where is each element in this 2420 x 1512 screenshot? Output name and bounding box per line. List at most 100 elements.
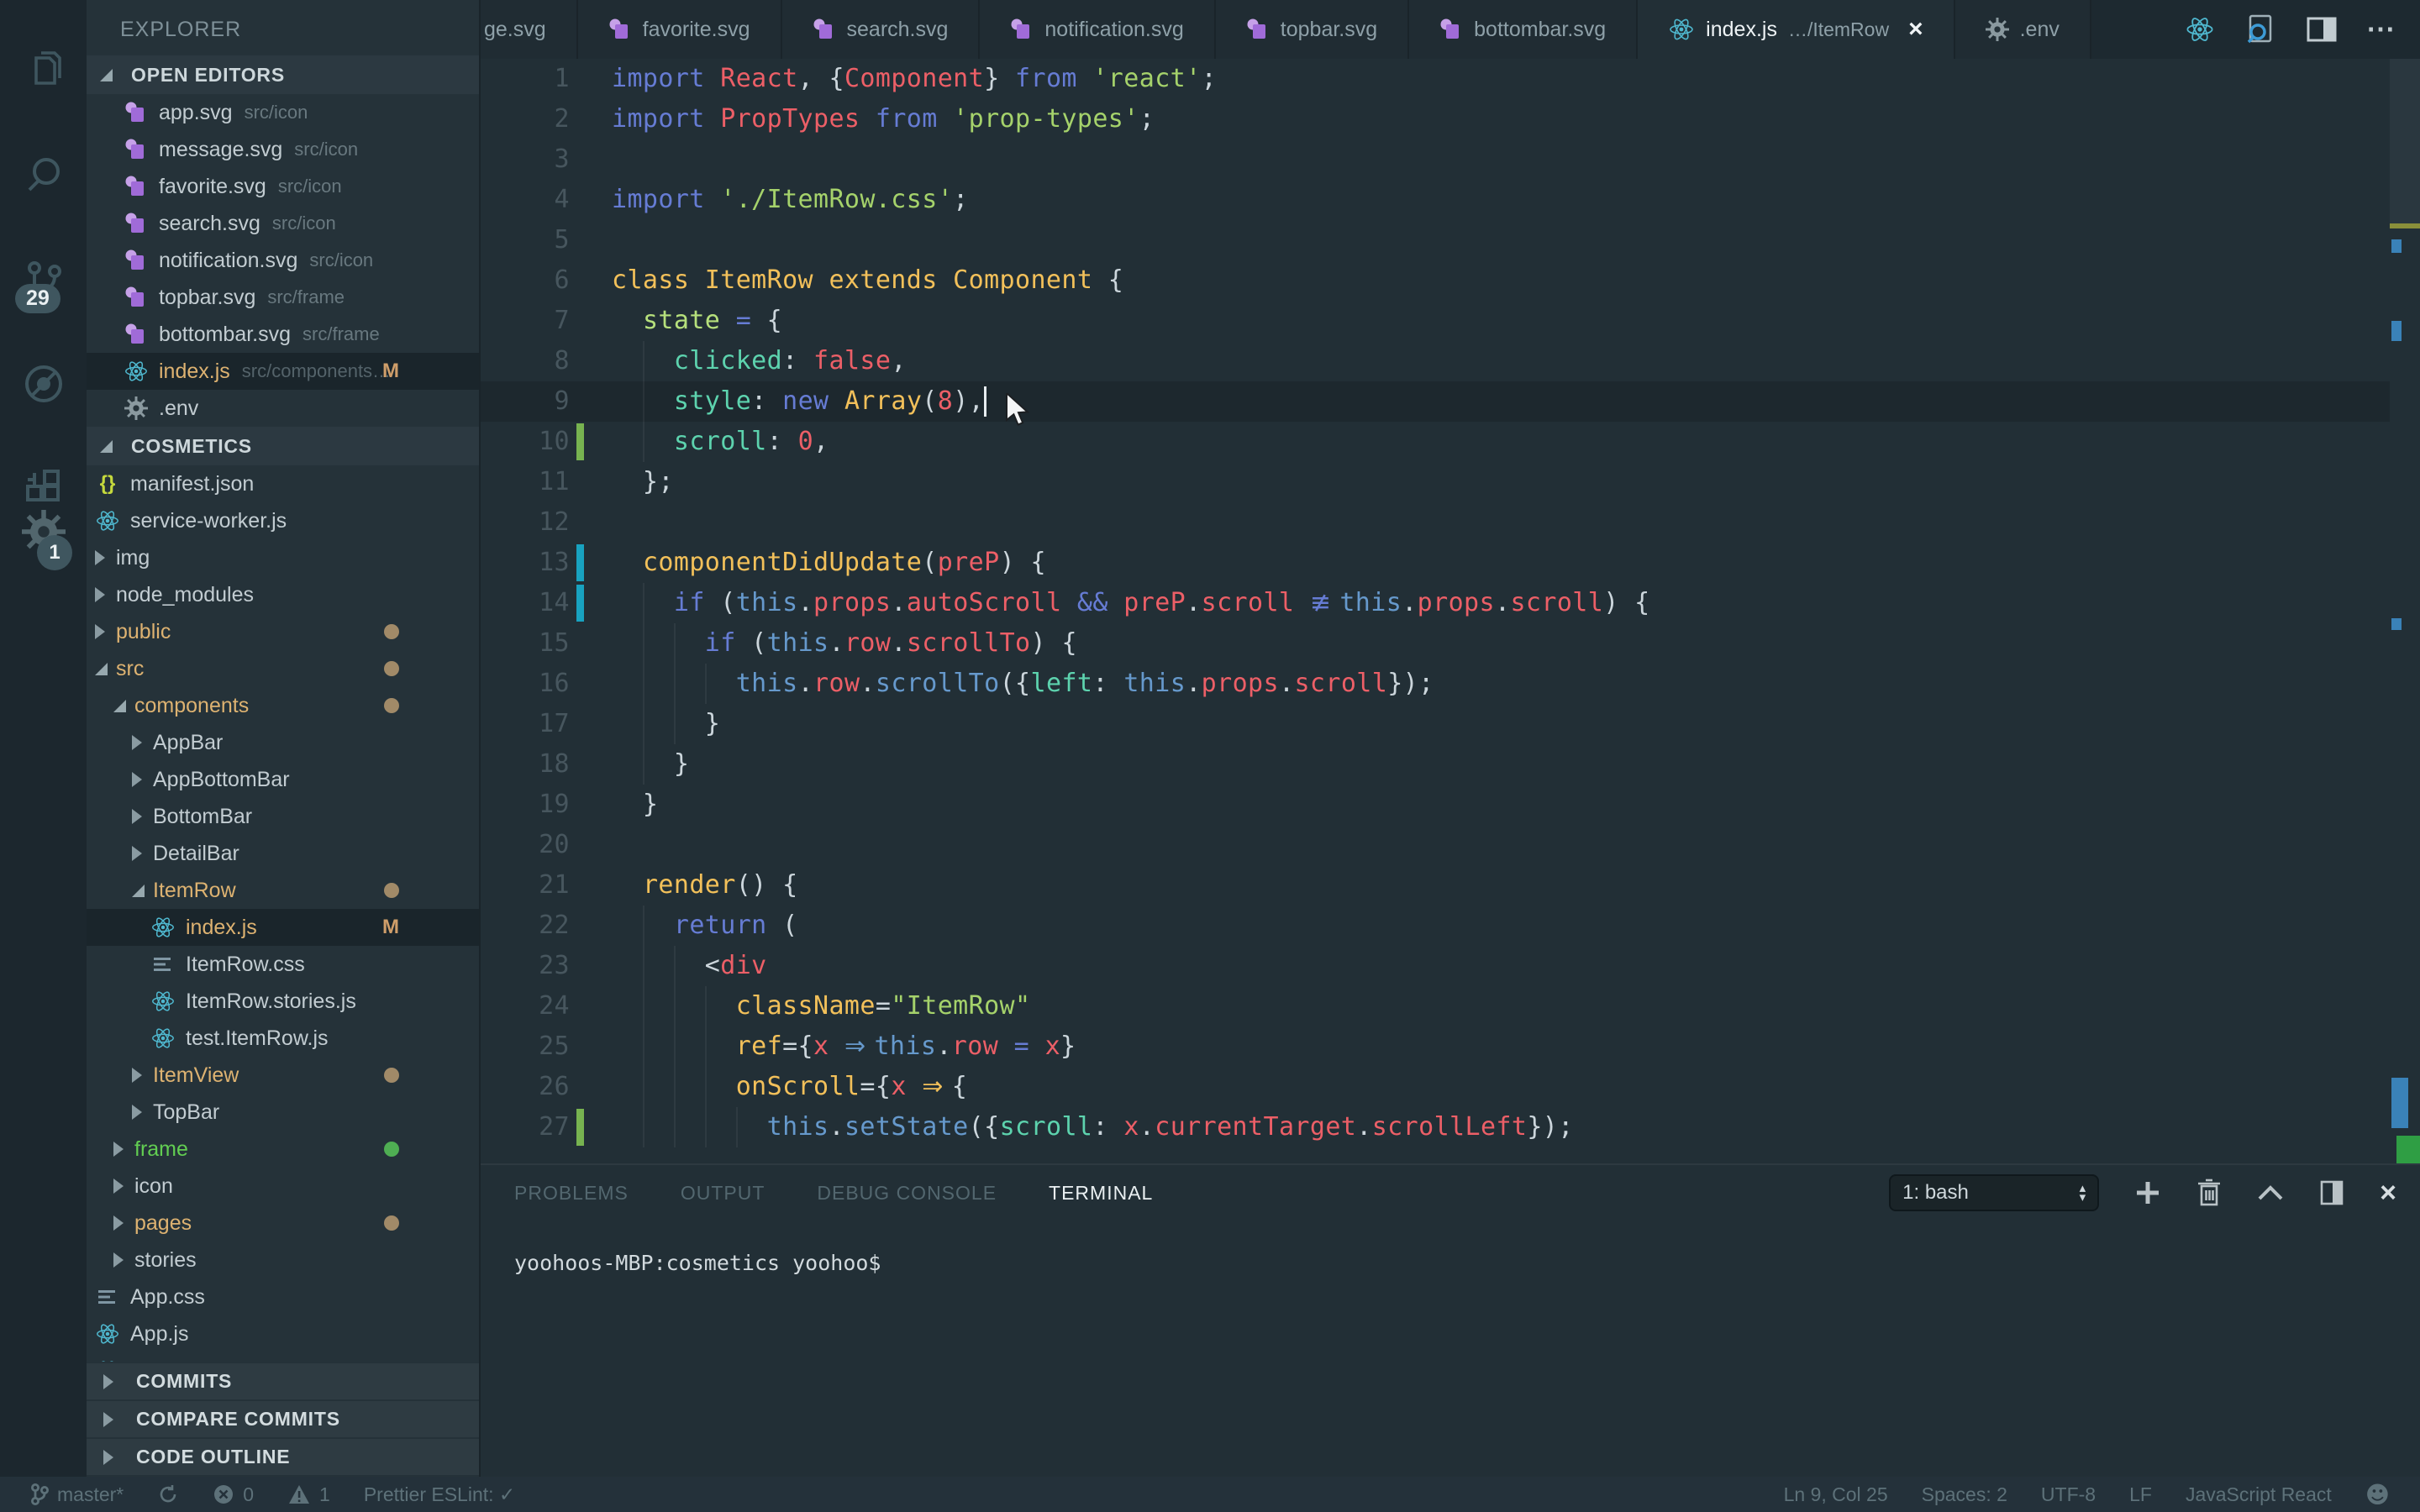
tree-item-BottomBar[interactable]: BottomBar: [87, 798, 479, 835]
tree-item-ItemRow[interactable]: ItemRow: [87, 872, 479, 909]
open-editor-search.svg[interactable]: search.svgsrc/icon: [87, 205, 479, 242]
status-ln-9-col-25[interactable]: Ln 9, Col 25: [1784, 1483, 1888, 1506]
tree-item-test.ItemRow.js[interactable]: test.ItemRow.js: [87, 1020, 479, 1057]
code-line-2[interactable]: 2import PropTypes from 'prop-types';: [481, 99, 2390, 139]
section-compare-commits[interactable]: COMPARE COMMITS: [87, 1401, 479, 1439]
open-editor-notification.svg[interactable]: notification.svgsrc/icon: [87, 242, 479, 279]
status-javascript-react[interactable]: JavaScript React: [2186, 1483, 2332, 1506]
code-line-10[interactable]: 10 scroll: 0,: [481, 422, 2390, 462]
panel-tab-terminal[interactable]: TERMINAL: [1049, 1182, 1153, 1205]
panel-tab-output[interactable]: OUTPUT: [681, 1182, 765, 1205]
panel-tab-debug-console[interactable]: DEBUG CONSOLE: [817, 1182, 997, 1205]
more-actions-icon[interactable]: ⋯: [2366, 13, 2396, 46]
tree-item-ItemView[interactable]: ItemView: [87, 1057, 479, 1094]
status-utf-8[interactable]: UTF-8: [2041, 1483, 2096, 1506]
activitybar-source-control-icon[interactable]: 29: [0, 228, 87, 333]
tree-item-service-worker.js[interactable]: service-worker.js: [87, 502, 479, 539]
tree-item-ItemRow.stories.js[interactable]: ItemRow.stories.js: [87, 983, 479, 1020]
tree-item-index.js[interactable]: index.jsM: [87, 909, 479, 946]
code-line-18[interactable]: 18 }: [481, 744, 2390, 785]
code-line-19[interactable]: 19 }: [481, 785, 2390, 825]
section-commits[interactable]: COMMITS: [87, 1363, 479, 1401]
terminal-output[interactable]: yoohoos-MBP:cosmetics yoohoo$: [481, 1221, 2420, 1275]
tree-item-manifest.json[interactable]: {}manifest.json: [87, 465, 479, 502]
status-prettier-eslint-[interactable]: Prettier ESLint: ✓: [364, 1483, 515, 1506]
tree-item-icon[interactable]: icon: [87, 1168, 479, 1205]
open-editor-index.js[interactable]: index.jssrc/components…M: [87, 353, 479, 390]
maximize-panel-icon[interactable]: [2257, 1184, 2284, 1202]
code-editor[interactable]: 1import React, {Component} from 'react';…: [481, 59, 2420, 1163]
project-section-header[interactable]: COSMETICS: [87, 427, 479, 465]
tab-search.svg[interactable]: search.svg: [782, 0, 981, 59]
open-editor-.env[interactable]: .env: [87, 390, 479, 427]
open-editor-favorite.svg[interactable]: favorite.svgsrc/icon: [87, 168, 479, 205]
code-line-26[interactable]: 26 onScroll={x ⇒ {: [481, 1067, 2390, 1107]
tree-item-pages[interactable]: pages: [87, 1205, 479, 1242]
terminal-shell-select[interactable]: 1: bash ▴▾: [1889, 1174, 2099, 1211]
code-line-27[interactable]: 27 this.setState({scroll: x.currentTarge…: [481, 1107, 2390, 1147]
split-terminal-icon[interactable]: [2319, 1179, 2344, 1206]
overview-ruler[interactable]: [2390, 59, 2420, 1163]
section-code-outline[interactable]: CODE OUTLINE: [87, 1439, 479, 1477]
activitybar-search-icon[interactable]: [0, 123, 87, 228]
activitybar-files-icon[interactable]: [0, 18, 87, 123]
activitybar-settings[interactable]: 1: [0, 510, 87, 558]
code-line-1[interactable]: 1import React, {Component} from 'react';: [481, 59, 2390, 99]
code-line-4[interactable]: 4import './ItemRow.css';: [481, 180, 2390, 220]
scrollbar-thumb[interactable]: [2390, 59, 2420, 223]
close-panel-icon[interactable]: ×: [2380, 1177, 2396, 1210]
code-line-25[interactable]: 25 ref={x ⇒ this.row = x}: [481, 1026, 2390, 1067]
status-sync[interactable]: [157, 1483, 179, 1505]
code-line-22[interactable]: 22 return (: [481, 906, 2390, 946]
status-branch[interactable]: master*: [30, 1483, 124, 1506]
code-line-8[interactable]: 8 clicked: false,: [481, 341, 2390, 381]
status-warning[interactable]: 1: [287, 1483, 330, 1506]
tab-ge.svg[interactable]: ge.svg: [481, 0, 578, 59]
tab-favorite.svg[interactable]: favorite.svg: [578, 0, 782, 59]
tree-item-frame[interactable]: frame: [87, 1131, 479, 1168]
code-line-16[interactable]: 16 this.row.scrollTo({left: this.props.s…: [481, 664, 2390, 704]
status-error[interactable]: 0: [213, 1483, 254, 1506]
code-line-12[interactable]: 12: [481, 502, 2390, 543]
tree-item-src[interactable]: src: [87, 650, 479, 687]
open-preview-icon[interactable]: [2244, 13, 2277, 45]
tree-item-App.test.js[interactable]: App.test.js: [87, 1352, 479, 1362]
tab-.env[interactable]: .env: [1955, 0, 2091, 59]
status-smiley[interactable]: ☻: [2365, 1481, 2390, 1509]
code-line-24[interactable]: 24 className="ItemRow": [481, 986, 2390, 1026]
kill-terminal-icon[interactable]: [2196, 1179, 2222, 1207]
code-line-21[interactable]: 21 render() {: [481, 865, 2390, 906]
code-line-9[interactable]: 9 style: new Array(8),: [481, 381, 2390, 422]
tree-item-AppBottomBar[interactable]: AppBottomBar: [87, 761, 479, 798]
tab-topbar.svg[interactable]: topbar.svg: [1216, 0, 1409, 59]
tree-item-DetailBar[interactable]: DetailBar: [87, 835, 479, 872]
tree-item-components[interactable]: components: [87, 687, 479, 724]
tree-item-App.js[interactable]: App.js: [87, 1315, 479, 1352]
tree-item-TopBar[interactable]: TopBar: [87, 1094, 479, 1131]
code-line-11[interactable]: 11 };: [481, 462, 2390, 502]
open-editor-topbar.svg[interactable]: topbar.svgsrc/frame: [87, 279, 479, 316]
tab-notification.svg[interactable]: notification.svg: [980, 0, 1215, 59]
tab-bottombar.svg[interactable]: bottombar.svg: [1409, 0, 1638, 59]
code-line-23[interactable]: 23 <div: [481, 946, 2390, 986]
status-lf[interactable]: LF: [2129, 1483, 2152, 1506]
close-icon[interactable]: ×: [1908, 15, 1923, 44]
new-terminal-icon[interactable]: [2134, 1179, 2161, 1206]
code-line-5[interactable]: 5: [481, 220, 2390, 260]
code-line-17[interactable]: 17 }: [481, 704, 2390, 744]
tab-index.js[interactable]: index.js…/ItemRow×: [1638, 0, 1954, 59]
tree-item-AppBar[interactable]: AppBar: [87, 724, 479, 761]
activitybar-debug-icon[interactable]: [0, 333, 87, 438]
tree-item-stories[interactable]: stories: [87, 1242, 479, 1278]
code-line-7[interactable]: 7 state = {: [481, 301, 2390, 341]
open-editor-message.svg[interactable]: message.svgsrc/icon: [87, 131, 479, 168]
tree-item-img[interactable]: img: [87, 539, 479, 576]
open-editors-header[interactable]: OPEN EDITORS: [87, 55, 479, 94]
code-line-15[interactable]: 15 if (this.row.scrollTo) {: [481, 623, 2390, 664]
code-line-14[interactable]: 14 if (this.props.autoScroll && preP.scr…: [481, 583, 2390, 623]
react-icon[interactable]: [2185, 15, 2215, 44]
status-spaces-2[interactable]: Spaces: 2: [1922, 1483, 2007, 1506]
tree-item-public[interactable]: public: [87, 613, 479, 650]
tree-item-ItemRow.css[interactable]: ItemRow.css: [87, 946, 479, 983]
tree-item-node_modules[interactable]: node_modules: [87, 576, 479, 613]
